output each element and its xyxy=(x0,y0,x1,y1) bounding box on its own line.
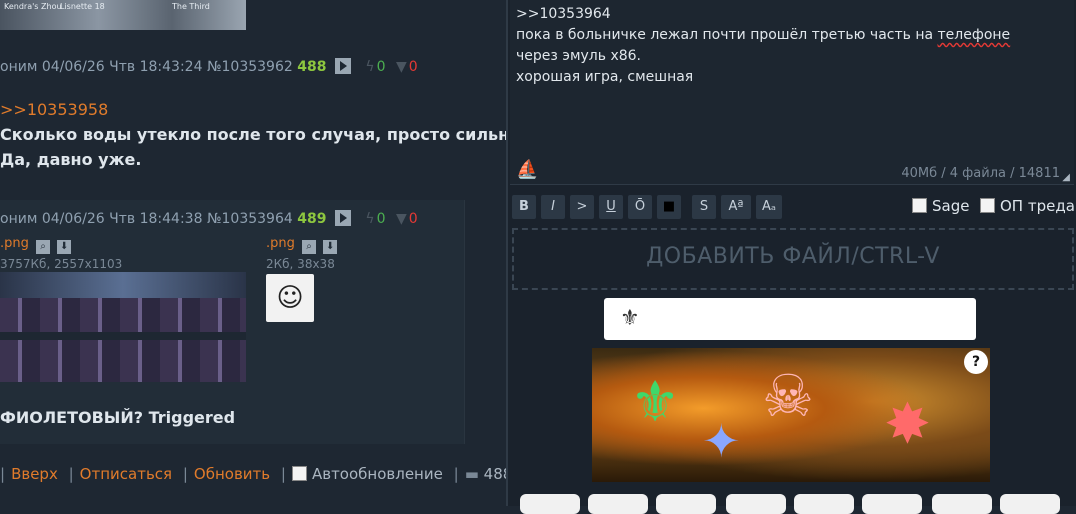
bold-button[interactable]: B xyxy=(512,195,536,219)
scroll-up-link[interactable]: Вверх xyxy=(11,465,58,483)
post-header: оним 04/06/26 Чтв 18:44:38 №10353964 489… xyxy=(0,210,418,227)
op-option[interactable]: ОП треда xyxy=(980,197,1075,215)
captcha-answer-button[interactable] xyxy=(726,494,786,514)
captcha-glyph-icon: ☠ xyxy=(762,362,814,430)
thread-column: Kendra's Zhou Lisnette 18 The Third оним… xyxy=(0,0,506,506)
file-name[interactable]: .png xyxy=(0,236,29,251)
file-name[interactable]: .png xyxy=(266,236,295,251)
captcha-answer-button[interactable] xyxy=(862,494,922,514)
refresh-link[interactable]: Обновить xyxy=(194,465,270,483)
search-icon[interactable]: ⌕ xyxy=(36,240,51,254)
sage-label: Sage xyxy=(932,197,970,215)
thumb-caption: Lisnette 18 xyxy=(60,2,105,11)
textarea-line: >>10353964 xyxy=(516,6,611,22)
thumb-caption: The Third xyxy=(172,2,210,11)
reply-form: >>10353964 пока в больничке лежал почти … xyxy=(506,0,1076,514)
captcha-answer-button[interactable] xyxy=(588,494,648,514)
upload-limits: 40Мб / 4 файла / 14811 xyxy=(901,166,1060,181)
reply-link[interactable]: >>10353958 xyxy=(0,100,108,119)
subscript-button[interactable]: Aₐ xyxy=(756,195,782,219)
post-text-line: Сколько воды утекло после того случая, п… xyxy=(0,125,506,144)
post-total: 488 xyxy=(483,465,506,483)
post-text-line: ФИОЛЕТОВЫЙ? Triggered xyxy=(0,408,236,427)
download-icon[interactable]: ⬇ xyxy=(57,240,72,254)
dropzone-label: ДОБАВИТЬ ФАЙЛ/CTRL-V xyxy=(646,244,940,269)
post-meta[interactable]: оним 04/06/26 Чтв 18:43:24 №10353962 xyxy=(0,59,293,75)
post-meta[interactable]: оним 04/06/26 Чтв 18:44:38 №10353964 xyxy=(0,211,293,227)
file-meta: 2Кб, 38x38 xyxy=(266,257,335,271)
troll-face-thumbnail[interactable]: ☺ xyxy=(266,274,314,322)
overline-button[interactable]: Ō xyxy=(628,195,652,219)
fleur-de-lis-icon: ⚜ xyxy=(620,306,640,331)
dislike-count: 0 xyxy=(408,211,418,227)
like-icon[interactable]: ϟ xyxy=(365,59,374,75)
superscript-button[interactable]: Aª xyxy=(721,195,751,219)
unsubscribe-link[interactable]: Отписаться xyxy=(80,465,172,483)
autoupdate-checkbox[interactable] xyxy=(291,466,307,481)
captcha-glyph-icon: ✦ xyxy=(702,414,741,468)
dislike-count: 0 xyxy=(408,59,418,75)
captcha-help-button[interactable]: ? xyxy=(964,350,988,374)
post-card: оним 04/06/26 Чтв 18:44:38 №10353964 489… xyxy=(0,200,465,444)
post-text-line: Да, давно уже. xyxy=(0,150,142,169)
autoupdate-label: Автообновление xyxy=(311,465,443,483)
comment-icon: ▬ xyxy=(464,465,479,483)
board-logo-icon: ⛵ xyxy=(516,159,539,180)
captcha-answer-button[interactable] xyxy=(520,494,580,514)
previous-post-image[interactable]: Kendra's Zhou Lisnette 18 The Third xyxy=(0,0,246,30)
post-count: 488 xyxy=(297,59,327,75)
misspelled-word: телефоне xyxy=(937,27,1011,43)
resize-handle-icon[interactable]: ◢ xyxy=(1062,172,1070,183)
post-header: оним 04/06/26 Чтв 18:43:24 №10353962 488… xyxy=(0,58,418,75)
file-link[interactable]: .png ⌕ ⬇ xyxy=(266,236,338,254)
thumb-caption: Kendra's Zhou xyxy=(4,2,62,11)
captcha-input[interactable]: ⚜ xyxy=(604,298,976,340)
captcha-glyph-icon: ✸ xyxy=(884,392,931,457)
textarea-line: хорошая игра, смешная xyxy=(516,69,694,85)
dislike-icon[interactable]: ▼ xyxy=(396,211,407,227)
like-icon[interactable]: ϟ xyxy=(365,211,374,227)
thread-footer: | Вверх | Отписаться | Обновить | Автообновл… xyxy=(0,465,506,483)
download-icon[interactable]: ⬇ xyxy=(323,240,338,254)
post-count: 489 xyxy=(297,211,327,227)
play-icon[interactable] xyxy=(334,58,351,74)
message-textarea[interactable]: >>10353964 пока в больничке лежал почти … xyxy=(510,0,1074,185)
textarea-line: пока в больничке лежал почти прошёл трет… xyxy=(516,27,1011,43)
sage-option[interactable]: Sage xyxy=(912,197,969,215)
captcha-answer-button[interactable] xyxy=(1000,494,1060,514)
file-link[interactable]: .png ⌕ ⬇ xyxy=(0,236,72,254)
op-label: ОП треда xyxy=(1000,197,1075,215)
captcha-answer-button[interactable] xyxy=(932,494,992,514)
textarea-line: через эмуль x86. xyxy=(516,48,642,64)
search-icon[interactable]: ⌕ xyxy=(302,240,317,254)
op-checkbox[interactable] xyxy=(980,198,995,213)
file-dropzone[interactable]: ДОБАВИТЬ ФАЙЛ/CTRL-V xyxy=(512,228,1074,290)
file-meta: 3757Кб, 2557x1103 xyxy=(0,257,123,271)
spoiler-button[interactable]: ■ xyxy=(657,195,681,219)
captcha-glyph-icon: ⚜ xyxy=(630,370,681,435)
like-count: 0 xyxy=(376,59,386,75)
captcha-image[interactable]: ⚜ ☠ ✦ ✸ ? xyxy=(592,348,990,482)
play-icon[interactable] xyxy=(334,210,351,226)
underline-button[interactable]: U xyxy=(599,195,623,219)
italic-button[interactable]: I xyxy=(541,195,565,219)
captcha-answer-button[interactable] xyxy=(794,494,854,514)
image-thumbnail[interactable] xyxy=(0,272,246,382)
strike-button[interactable]: S xyxy=(692,195,716,219)
sage-checkbox[interactable] xyxy=(912,198,927,213)
like-count: 0 xyxy=(376,211,386,227)
quote-button[interactable]: > xyxy=(570,195,594,219)
dislike-icon[interactable]: ▼ xyxy=(396,59,407,75)
captcha-answer-button[interactable] xyxy=(656,494,716,514)
